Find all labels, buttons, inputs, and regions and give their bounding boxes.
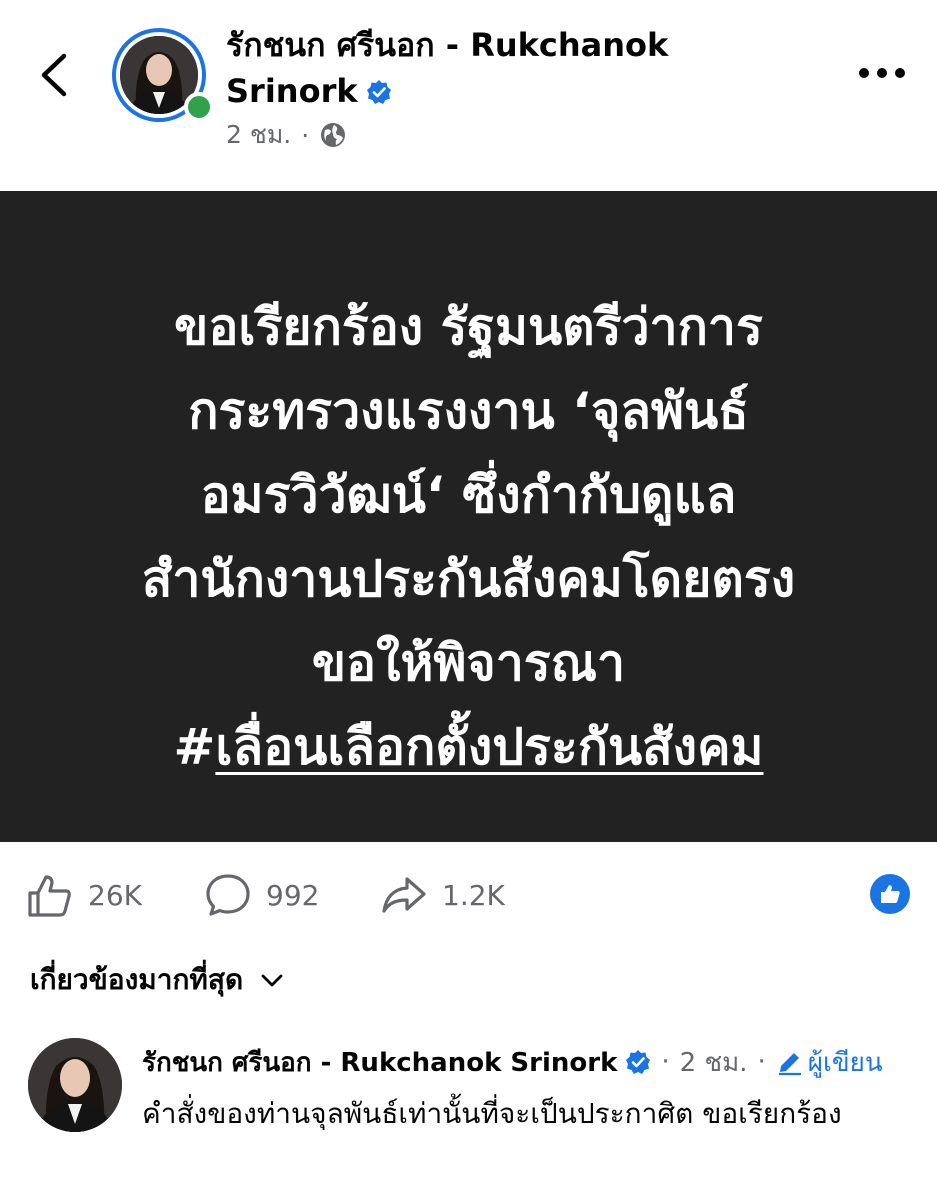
comment-separator: ·	[757, 1047, 766, 1077]
post-image-text: ขอเรียกร้อง รัฐมนตรีว่าการ กระทรวงแรงงาน…	[60, 285, 877, 789]
comment-author-avatar[interactable]	[28, 1038, 122, 1132]
post-actions-bar: 26K 992 1.2K	[0, 862, 937, 932]
comments-sort-dropdown[interactable]: เกี่ยวข้องมากที่สุด	[30, 958, 285, 1002]
sort-label: เกี่ยวข้องมากที่สุด	[30, 963, 244, 996]
more-dot	[895, 68, 905, 78]
post-text-line: สำนักงานประกันสังคมโดยตรง	[141, 550, 796, 608]
post-text-line: กระทรวงแรงงาน ‘จุลพันธ์	[188, 382, 749, 440]
pencil-icon	[778, 1053, 801, 1076]
author-name-block[interactable]: รักชนก ศรีนอก - Rukchanok Srinork	[226, 22, 746, 114]
like-count: 26K	[88, 878, 142, 912]
more-dot	[877, 68, 887, 78]
hashtag-link[interactable]: เลื่อนเลือกตั้งประกันสังคม	[215, 718, 763, 776]
comment-text: คำสั่งของท่านจุลพันธ์เท่านั้นที่จะเป็นปร…	[142, 1097, 842, 1130]
comment-header: รักชนก ศรีนอก - Rukchanok Srinork · 2 ชม…	[142, 1040, 922, 1084]
hashtag-symbol: #	[173, 718, 216, 776]
more-options-button[interactable]	[856, 58, 908, 88]
like-button[interactable]: 26K	[26, 862, 142, 928]
thumbs-up-icon	[28, 875, 71, 917]
post-text-line: อมรวิวัฒน์‘ ซึ่งกำกับดูแล	[200, 466, 737, 524]
author-name[interactable]: รักชนก ศรีนอก - Rukchanok Srinork	[226, 26, 668, 110]
author-badge-label: ผู้เขียน	[807, 1047, 883, 1078]
share-count: 1.2K	[442, 878, 505, 912]
like-reaction-icon[interactable]	[870, 874, 910, 914]
back-button[interactable]	[34, 50, 74, 100]
meta-separator: ·	[301, 120, 310, 150]
more-dot	[859, 68, 869, 78]
post-text-line: ขอให้พิจารณา	[311, 634, 626, 692]
author-avatar[interactable]	[112, 28, 214, 122]
verified-badge-icon	[626, 1050, 651, 1074]
comment-separator: ·	[661, 1047, 670, 1077]
comment-time[interactable]: 2 ชม.	[680, 1042, 748, 1083]
share-button[interactable]: 1.2K	[380, 862, 505, 928]
hashtag-line: #เลื่อนเลือกตั้งประกันสังคม	[60, 705, 877, 789]
author-badge: ผู้เขียน	[776, 1042, 883, 1083]
speech-bubble-icon	[206, 874, 250, 916]
post-time[interactable]: 2 ชม.	[226, 115, 291, 155]
globe-icon[interactable]	[319, 121, 347, 149]
chevron-left-icon	[41, 53, 67, 97]
share-arrow-icon	[382, 877, 426, 913]
post-meta: 2 ชม. ·	[226, 115, 347, 155]
comment-button[interactable]: 992	[204, 862, 319, 928]
comment-count: 992	[266, 878, 320, 912]
verified-badge-icon	[366, 80, 391, 104]
post-header: รักชนก ศรีนอก - Rukchanok Srinork 2 ชม. …	[0, 0, 937, 190]
post-text-line: ขอเรียกร้อง รัฐมนตรีว่าการ	[174, 298, 763, 356]
comment-author-name[interactable]: รักชนก ศรีนอก - Rukchanok Srinork	[142, 1042, 617, 1083]
online-status-dot	[184, 92, 214, 122]
chevron-down-icon	[261, 974, 283, 987]
